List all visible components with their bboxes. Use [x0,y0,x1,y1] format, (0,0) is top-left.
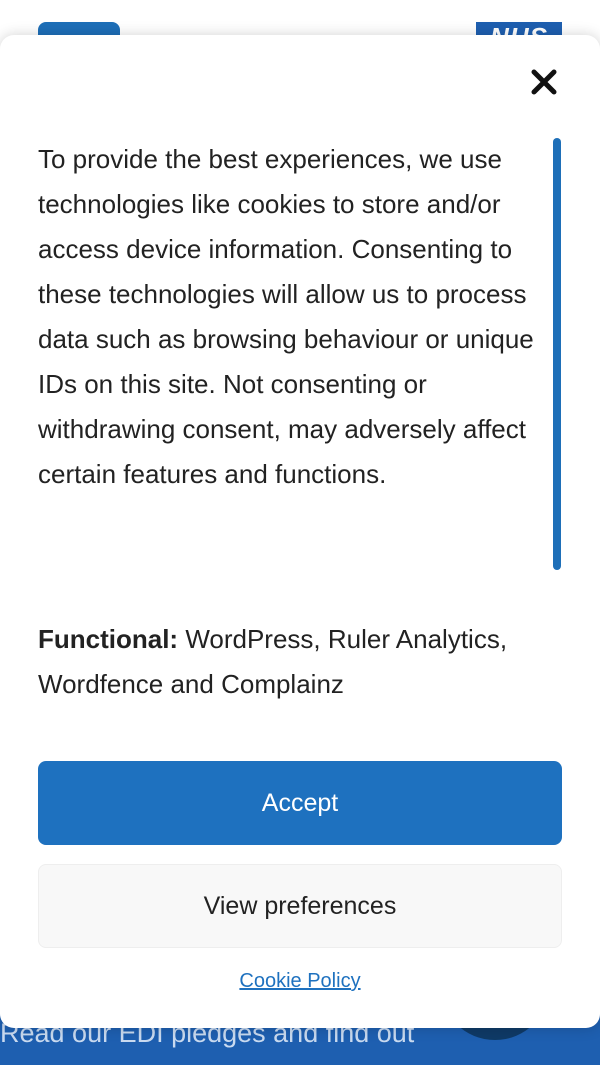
cookie-message: To provide the best experiences, we use … [38,144,534,489]
functional-label: Functional: [38,624,179,654]
accept-button[interactable]: Accept [38,761,562,845]
close-button[interactable] [525,63,563,101]
functional-description: Functional: WordPress, Ruler Analytics, … [38,617,558,707]
cookie-policy-link[interactable]: Cookie Policy [0,970,600,993]
view-preferences-button[interactable]: View preferences [38,864,562,948]
scrollbar[interactable] [553,138,561,570]
close-icon [531,69,557,95]
